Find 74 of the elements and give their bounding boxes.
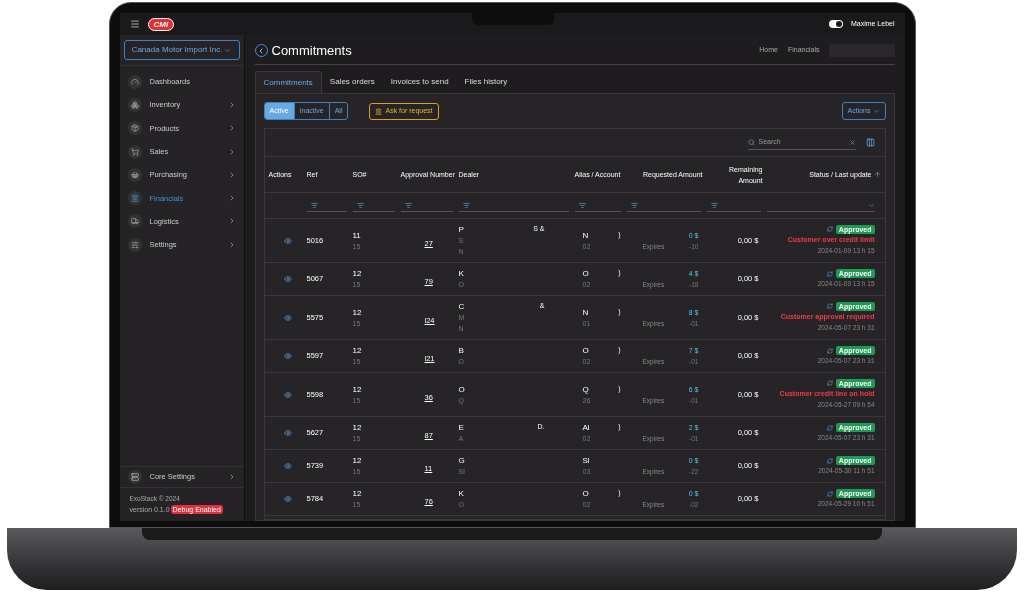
refresh-icon[interactable] bbox=[826, 270, 833, 277]
columns-icon[interactable] bbox=[865, 138, 875, 147]
filter-icon bbox=[404, 201, 412, 209]
caret-icon bbox=[867, 201, 875, 209]
table-cell-text: N bbox=[582, 229, 590, 241]
view-icon[interactable] bbox=[283, 275, 292, 283]
table-cell-text: 12 bbox=[352, 268, 363, 279]
table-cell: C bbox=[458, 301, 465, 312]
table-cell-text: 12 bbox=[352, 488, 363, 499]
table-cell-text: 12 bbox=[352, 455, 363, 466]
filter-icon bbox=[356, 201, 364, 209]
menu-item-icon bbox=[127, 237, 142, 252]
filter-icon bbox=[462, 201, 470, 209]
refresh-icon[interactable] bbox=[826, 303, 833, 310]
table-cell-text: 11 bbox=[352, 229, 362, 241]
filter-icon bbox=[310, 201, 318, 209]
caret-icon bbox=[872, 107, 880, 115]
menu-item-icon bbox=[127, 191, 142, 206]
refresh-icon[interactable] bbox=[826, 226, 833, 233]
table-cell: P bbox=[458, 224, 464, 235]
table-cell-text: Q bbox=[582, 383, 590, 395]
page-title: Commitments bbox=[271, 41, 353, 60]
table-cell-text: 12 bbox=[352, 306, 363, 318]
tab[interactable]: Sales orders bbox=[321, 71, 383, 93]
menu-item-icon bbox=[127, 144, 142, 159]
table-cell-text: O bbox=[582, 488, 590, 499]
toggle-switch[interactable] bbox=[828, 20, 843, 28]
view-icon[interactable] bbox=[283, 390, 292, 399]
table-cell-text: O bbox=[582, 268, 590, 279]
tab[interactable]: Commitments bbox=[254, 71, 322, 93]
logo: CMI bbox=[147, 17, 175, 31]
company-selector[interactable]: Canada Motor Import Inc. bbox=[123, 40, 240, 60]
view-icon[interactable] bbox=[283, 352, 292, 360]
back-icon bbox=[257, 46, 265, 55]
refresh-icon[interactable] bbox=[826, 380, 833, 387]
menu-item-icon bbox=[127, 97, 142, 112]
menu-item-icon bbox=[127, 214, 142, 229]
tab[interactable]: Files history bbox=[456, 71, 516, 93]
menu-item-icon bbox=[127, 167, 142, 182]
table-cell-text: O bbox=[582, 345, 590, 356]
caret-icon bbox=[224, 46, 232, 54]
menu-icon[interactable] bbox=[129, 19, 140, 29]
filter-icon bbox=[630, 201, 638, 209]
filter-icon bbox=[578, 201, 586, 209]
table-cell: O bbox=[458, 383, 465, 395]
view-icon[interactable] bbox=[283, 462, 292, 470]
view-icon[interactable] bbox=[283, 495, 292, 503]
view-icon[interactable] bbox=[283, 313, 292, 322]
menu-item-icon bbox=[127, 121, 142, 136]
tab[interactable]: Invoices to send bbox=[382, 71, 457, 93]
table-cell: K bbox=[458, 488, 464, 499]
refresh-icon[interactable] bbox=[826, 424, 833, 431]
table-cell-text: 12 bbox=[352, 383, 363, 395]
table-cell-text: N bbox=[582, 306, 590, 318]
search-icon bbox=[747, 138, 755, 146]
bank-icon bbox=[375, 107, 383, 115]
table-cell: E bbox=[458, 422, 464, 433]
server-icon bbox=[130, 472, 139, 481]
table-cell: Sl bbox=[582, 455, 591, 466]
refresh-icon[interactable] bbox=[826, 490, 833, 497]
table-cell: Al bbox=[582, 422, 591, 433]
close-icon[interactable] bbox=[848, 138, 856, 146]
refresh-icon[interactable] bbox=[826, 457, 833, 464]
table-cell: B bbox=[458, 345, 464, 356]
view-icon[interactable] bbox=[283, 236, 292, 245]
table-cell-text: 12 bbox=[352, 345, 363, 356]
table-cell: G bbox=[458, 455, 465, 466]
view-icon[interactable] bbox=[283, 429, 292, 437]
menu-item-icon bbox=[127, 74, 142, 89]
refresh-icon[interactable] bbox=[826, 347, 833, 354]
table-cell: K bbox=[458, 268, 464, 279]
sort-icon[interactable] bbox=[873, 171, 881, 178]
table-cell-text: 12 bbox=[352, 422, 363, 433]
filter-icon bbox=[710, 201, 718, 209]
